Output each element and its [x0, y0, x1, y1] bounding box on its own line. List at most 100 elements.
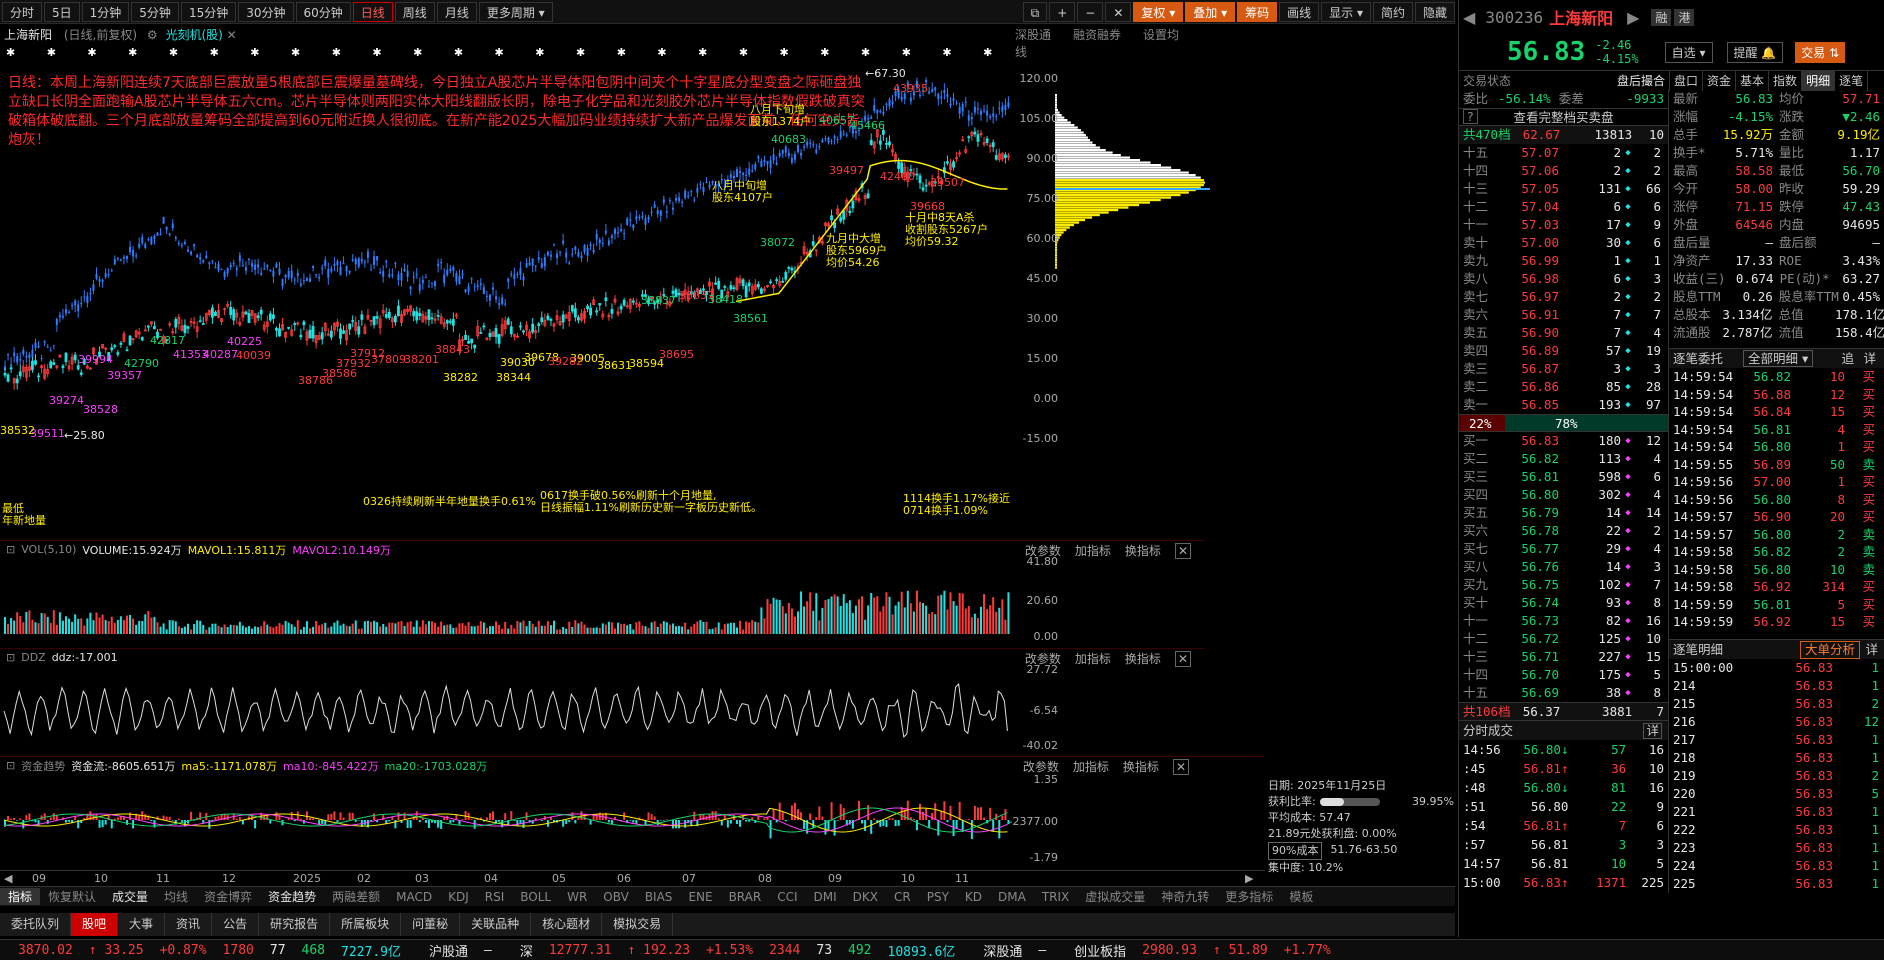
info-tab[interactable]: 研究报告 [259, 913, 331, 936]
period-5[interactable]: 30分钟 [238, 1, 294, 22]
chart-tab-0[interactable]: 深股通 [1015, 28, 1051, 42]
candlestick-chart[interactable] [0, 44, 1265, 539]
panel-btn[interactable]: 换指标 [1123, 760, 1159, 774]
panel-btn[interactable]: 加指标 [1073, 760, 1109, 774]
period-2[interactable]: 1分钟 [81, 1, 130, 22]
quote-tab[interactable]: 明细 [1802, 71, 1836, 91]
period-7[interactable]: 日线 [352, 1, 393, 22]
follow-button[interactable]: 追 [1841, 349, 1854, 369]
indicator-tab[interactable]: CR [886, 890, 919, 904]
info-tab[interactable]: 公告 [212, 913, 260, 936]
full-depth-button[interactable]: ? 查看完整档买卖盘 [1459, 108, 1668, 126]
panel-btn[interactable]: 换指标 [1125, 652, 1161, 666]
period-8[interactable]: 周线 [394, 1, 435, 22]
scroll-right-icon[interactable]: ▶ [1245, 872, 1253, 885]
scroll-left-icon[interactable]: ◀ [4, 872, 12, 885]
indicator-tab[interactable]: DMI [806, 890, 845, 904]
info-tab[interactable]: 大事 [118, 913, 166, 936]
fs-detail-button[interactable]: 详 [1643, 723, 1662, 739]
quote-tab[interactable]: 逐笔 [1835, 71, 1869, 91]
info-tab[interactable]: 委托队列 [0, 913, 72, 936]
indicator-tab[interactable]: TRIX [1034, 890, 1077, 904]
period-0[interactable]: 分时 [2, 1, 43, 22]
info-tab[interactable]: 资讯 [165, 913, 213, 936]
indicator-tab[interactable]: 虚拟成交量 [1077, 888, 1153, 905]
indicator-tab[interactable]: 资金博弈 [196, 888, 260, 905]
big-order-button[interactable]: 大单分析 [1799, 640, 1860, 659]
gear-icon[interactable]: ⚙ [147, 28, 158, 42]
toolbar-btn-0[interactable]: 复权 ▾ [1133, 1, 1184, 22]
indicator-tab[interactable]: 模板 [1281, 888, 1321, 905]
info-tab[interactable]: 股吧 [71, 913, 119, 936]
info-tab[interactable]: 问董秘 [401, 913, 461, 936]
zoom-in-icon[interactable]: + [1049, 1, 1076, 22]
expand-icon[interactable]: ⊡ [6, 759, 15, 772]
indicator-tab[interactable]: CCI [769, 890, 805, 904]
quote-tab[interactable]: 盘口 [1670, 71, 1704, 91]
trade-button[interactable]: 交易 ⇅ [1795, 41, 1846, 63]
indicator-tab[interactable]: DKX [845, 890, 886, 904]
indicator-tab[interactable]: MACD [388, 890, 440, 904]
info-tab[interactable]: 模拟交易 [602, 913, 674, 936]
toolbar-btn-2[interactable]: 筹码 [1237, 1, 1278, 22]
quote-tab[interactable]: 资金 [1703, 71, 1737, 91]
indicator-tab[interactable]: 均线 [156, 888, 196, 905]
expand-icon[interactable]: ⊡ [6, 543, 15, 556]
toolbar-btn-5[interactable]: 简约 [1372, 1, 1413, 22]
close-icon[interactable]: ✕ [1105, 1, 1132, 22]
panel-btn[interactable]: 改参数 [1023, 760, 1059, 774]
close-icon[interactable]: ✕ [1174, 543, 1191, 559]
tick-detail-button[interactable]: 详 [1865, 640, 1878, 660]
panel-btn[interactable]: 加指标 [1075, 652, 1111, 666]
indicator-tab[interactable]: BOLL [512, 890, 559, 904]
quote-tab[interactable]: 基本 [1736, 71, 1770, 91]
period-9[interactable]: 月线 [436, 1, 477, 22]
info-tab[interactable]: 核心题材 [531, 913, 603, 936]
indicator-tab[interactable]: ENE [680, 890, 720, 904]
indicator-tab[interactable]: KDJ [440, 890, 477, 904]
info-tab[interactable]: 关联品种 [460, 913, 532, 936]
period-6[interactable]: 60分钟 [295, 1, 351, 22]
next-stock-icon[interactable]: ▶ [1627, 8, 1639, 27]
period-10[interactable]: 更多周期 ▾ [478, 1, 553, 22]
cost-select[interactable]: 90%成本 [1268, 842, 1323, 860]
toolbar-btn-4[interactable]: 显示 ▾ [1321, 1, 1371, 22]
indicator-tab[interactable]: BIAS [637, 890, 681, 904]
alert-button[interactable]: 提醒 🔔 [1726, 41, 1784, 63]
toolbar-btn-1[interactable]: 叠加 ▾ [1185, 1, 1236, 22]
expand-icon[interactable]: ⊡ [6, 651, 15, 664]
close-icon[interactable]: ✕ [1172, 759, 1189, 775]
indicator-tab[interactable]: KD [957, 890, 990, 904]
watchlist-button[interactable]: 自选 ▾ [1664, 41, 1713, 63]
indicator-tab[interactable]: 两融差额 [324, 888, 388, 905]
info-tab[interactable]: 所属板块 [330, 913, 402, 936]
period-3[interactable]: 5分钟 [131, 1, 179, 22]
indicator-tab[interactable]: OBV [595, 890, 637, 904]
indicator-tab[interactable]: BRAR [721, 890, 770, 904]
order-filter[interactable]: 全部明细 ▾ [1743, 350, 1814, 367]
indicator-tab[interactable]: WR [559, 890, 595, 904]
period-4[interactable]: 15分钟 [180, 1, 237, 22]
panel-btn[interactable]: 加指标 [1075, 544, 1111, 558]
indicator-tab[interactable]: PSY [919, 890, 957, 904]
indicator-tab[interactable]: DMA [990, 890, 1034, 904]
chart-tab-1[interactable]: 融资融券 [1073, 28, 1121, 42]
period-1[interactable]: 5日 [44, 1, 80, 22]
indicator-tab[interactable]: 成交量 [104, 888, 156, 905]
prev-stock-icon[interactable]: ◀ [1463, 8, 1475, 27]
indicator-name[interactable]: 光刻机(股) [165, 28, 222, 42]
indicator-tab[interactable]: 指标 [0, 888, 41, 905]
indicator-tab[interactable]: 神奇九转 [1153, 888, 1217, 905]
indicator-tab[interactable]: 恢复默认 [40, 888, 104, 905]
indicator-tab[interactable]: RSI [477, 890, 513, 904]
indicator-tab[interactable]: 更多指标 [1217, 888, 1281, 905]
panel-btn[interactable]: 换指标 [1125, 544, 1161, 558]
close-icon[interactable]: ✕ [1174, 651, 1191, 667]
toolbar-btn-3[interactable]: 画线 [1279, 1, 1320, 22]
quote-tab[interactable]: 指数 [1769, 71, 1803, 91]
indicator-tab[interactable]: 资金趋势 [260, 888, 324, 905]
window-icon[interactable]: ⧉ [1022, 1, 1048, 22]
close-icon[interactable]: ✕ [227, 28, 237, 42]
zb-detail-button[interactable]: 详 [1863, 349, 1876, 369]
toolbar-btn-6[interactable]: 隐藏 [1414, 1, 1455, 22]
